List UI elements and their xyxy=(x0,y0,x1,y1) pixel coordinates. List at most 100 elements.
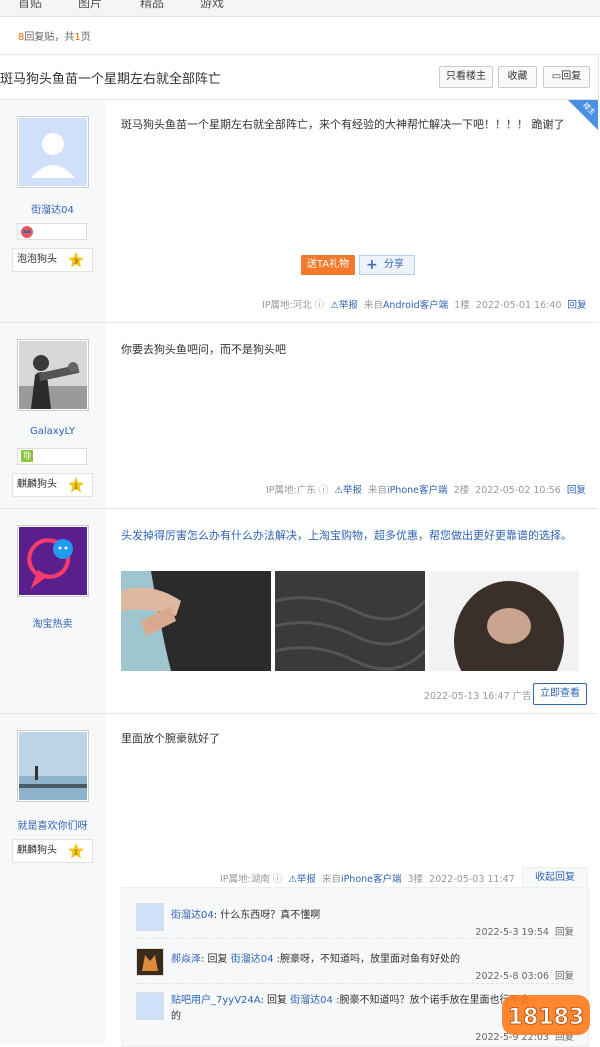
crown-icon xyxy=(21,226,33,238)
plus-icon: + xyxy=(366,257,378,273)
site-watermark-logo: 18183 xyxy=(498,985,594,1041)
author-sidebar: 淘宝热卖 xyxy=(0,509,105,713)
report-link[interactable]: ⚠举报 xyxy=(334,485,362,496)
default-avatar-icon xyxy=(19,118,87,186)
view-now-button[interactable]: 立即查看 xyxy=(533,683,587,705)
ad-meta: 2022-05-13 16:47 广告 xyxy=(424,688,532,702)
post-content: 里面放个腕豪就好了 xyxy=(121,732,220,745)
post-content: 你要去狗头鱼吧问，而不是狗头吧 xyxy=(121,343,286,356)
page-info-text: 回复贴，共 xyxy=(24,32,75,43)
reply-link[interactable]: 回复 xyxy=(567,485,586,496)
ad-image-1[interactable] xyxy=(121,571,271,671)
reply-username[interactable]: 贴吧用户_7yyV24A xyxy=(171,995,260,1006)
reply-button-label: 回复 xyxy=(561,71,582,82)
avatar[interactable] xyxy=(136,992,164,1020)
reply-item: 街溜达04: 什么东西呀？真不懂啊 2022-5-3 19:54 回复 xyxy=(122,888,588,938)
comment-icon: ▭ xyxy=(551,71,562,82)
post-content: 斑马狗头鱼苗一个星期左右就全部阵亡，来个有经验的大神帮忙解决一下吧！！！！ 跪谢… xyxy=(121,118,565,131)
reply-username[interactable]: 街溜达04 xyxy=(171,910,214,921)
reply-text: 贴吧用户_7yyV24A: 回复 街溜达04 :腕豪不知道吗？放个诺手放在里面也… xyxy=(171,993,541,1025)
report-link[interactable]: ⚠举报 xyxy=(288,874,316,885)
reply-text: 郝焱泽: 回复 街溜达04 :腕豪呀，不知道吗，放里面对鱼有好处的 xyxy=(171,950,460,965)
collapse-replies-button[interactable]: 收起回复 xyxy=(522,867,588,888)
page-info-suffix: 页 xyxy=(80,32,91,43)
favorite-button[interactable]: 收藏 xyxy=(498,66,537,88)
level-number: 1 xyxy=(74,849,78,857)
report-link[interactable]: ⚠举报 xyxy=(330,300,358,311)
reply-date: 2022-5-8 03:06 xyxy=(475,971,549,982)
ad-image-3[interactable] xyxy=(429,571,579,701)
page-info: 8回复贴，共1页 xyxy=(18,28,91,43)
avatar[interactable]: …… xyxy=(17,730,89,802)
reply-text: 街溜达04: 什么东西呀？真不懂啊 xyxy=(171,906,320,921)
report-label: 举报 xyxy=(342,485,362,496)
floor-number: 1楼 xyxy=(454,300,470,311)
reply-button[interactable]: ▭回复 xyxy=(543,66,590,88)
level-name: 麒麟狗头 xyxy=(17,845,57,856)
tab-featured[interactable]: 精品 xyxy=(140,0,164,11)
reply-target[interactable]: 街溜达04 xyxy=(231,954,274,965)
username[interactable]: 就是喜欢你们呀 xyxy=(0,817,105,832)
reply-meta: 2022-5-3 19:54 回复 xyxy=(475,924,574,938)
post-date: 2022-05-01 16:40 xyxy=(475,300,562,311)
top-nav: 首贴 图片 精品 游戏 xyxy=(0,0,600,17)
client-link[interactable]: iPhone客户端 xyxy=(341,874,402,885)
member-badge: ♍ xyxy=(17,448,87,465)
reply-content: :腕豪呀，不知道吗，放里面对鱼有好处的 xyxy=(273,954,461,965)
level-star-icon: 3 xyxy=(68,252,84,268)
svg-text:……: …… xyxy=(55,750,63,755)
report-label: 举报 xyxy=(338,300,358,311)
hair-photo-3 xyxy=(429,571,579,701)
post-meta: IP属地:湖南 ⓘ ⚠举报 来自iPhone客户端 3楼 2022-05-03 … xyxy=(220,871,515,885)
floor-number: 3楼 xyxy=(407,874,424,885)
tab-images[interactable]: 图片 xyxy=(78,0,102,11)
username[interactable]: 街溜达04 xyxy=(0,201,105,216)
avatar[interactable] xyxy=(17,339,89,411)
avatar[interactable] xyxy=(136,948,164,976)
help-icon: ⓘ xyxy=(272,874,283,885)
username[interactable]: 淘宝热卖 xyxy=(0,615,105,630)
level-number: 1 xyxy=(74,483,78,491)
reply-link[interactable]: 回复 xyxy=(555,971,574,982)
help-icon: ⓘ xyxy=(314,300,325,311)
ad-post: 淘宝热卖 头发掉得厉害怎么办有什么办法解决，上淘宝购物，超多优惠，帮您做出更好更… xyxy=(0,509,598,714)
help-icon: ⓘ xyxy=(318,485,329,496)
tab-games[interactable]: 游戏 xyxy=(200,0,224,11)
client-link[interactable]: Android客户端 xyxy=(383,300,448,311)
user-photo-avatar xyxy=(19,341,87,409)
virgo-sign-icon: ♍ xyxy=(21,450,33,462)
share-button[interactable]: + 分享 xyxy=(359,255,415,275)
ip-location: IP属地:广东 xyxy=(266,485,316,496)
ip-location: IP属地:河北 xyxy=(262,300,312,311)
only-op-button[interactable]: 只看楼主 xyxy=(439,66,493,88)
from-label: 来自 xyxy=(363,300,383,311)
reply-target[interactable]: 街溜达04 xyxy=(290,995,333,1006)
ad-text[interactable]: 头发掉得厉害怎么办有什么办法解决，上淘宝购物，超多优惠，帮您做出更好更靠谱的选择… xyxy=(121,527,591,545)
post-floor-2: GalaxyLY ♍ 麒麟狗头 1 你要去狗头鱼吧问，而不是狗头吧 IP属地:广… xyxy=(0,323,598,509)
taobao-logo-icon xyxy=(19,527,87,595)
reply-content: 什么东西呀？真不懂啊 xyxy=(220,910,321,921)
username[interactable]: GalaxyLY xyxy=(0,426,105,437)
tab-home[interactable]: 首贴 xyxy=(18,0,42,11)
author-sidebar: …… 就是喜欢你们呀 麒麟狗头 1 xyxy=(0,714,105,1045)
user-photo-avatar: …… xyxy=(19,732,87,800)
reply-date: 2022-5-3 19:54 xyxy=(475,927,549,938)
send-gift-button[interactable]: 送TA礼物 xyxy=(301,255,355,275)
post-floor-1: 街溜达04 泡泡狗头 3 楼主 斑马狗头鱼苗一个星期左右就全部阵亡，来个有经验的… xyxy=(0,100,598,323)
reply-link[interactable]: 回复 xyxy=(567,300,586,311)
level-star-icon: 1 xyxy=(68,843,84,859)
level-badge: 泡泡狗头 3 xyxy=(12,248,93,272)
client-link[interactable]: iPhone客户端 xyxy=(387,485,448,496)
reply-item: 郝焱泽: 回复 街溜达04 :腕豪呀，不知道吗，放里面对鱼有好处的 2022-5… xyxy=(122,938,588,983)
avatar[interactable] xyxy=(136,903,164,931)
avatar[interactable] xyxy=(17,525,89,597)
from-label: 来自 xyxy=(321,874,341,885)
level-name: 泡泡狗头 xyxy=(17,254,57,265)
level-badge: 麒麟狗头 1 xyxy=(12,839,93,863)
avatar[interactable] xyxy=(17,116,89,188)
ad-image-2[interactable] xyxy=(274,571,427,671)
reply-username[interactable]: 郝焱泽 xyxy=(171,954,201,965)
ad-label: 广告 xyxy=(512,691,532,702)
reply-link[interactable]: 回复 xyxy=(555,927,574,938)
reply-content-cont: 的 xyxy=(171,1011,181,1022)
